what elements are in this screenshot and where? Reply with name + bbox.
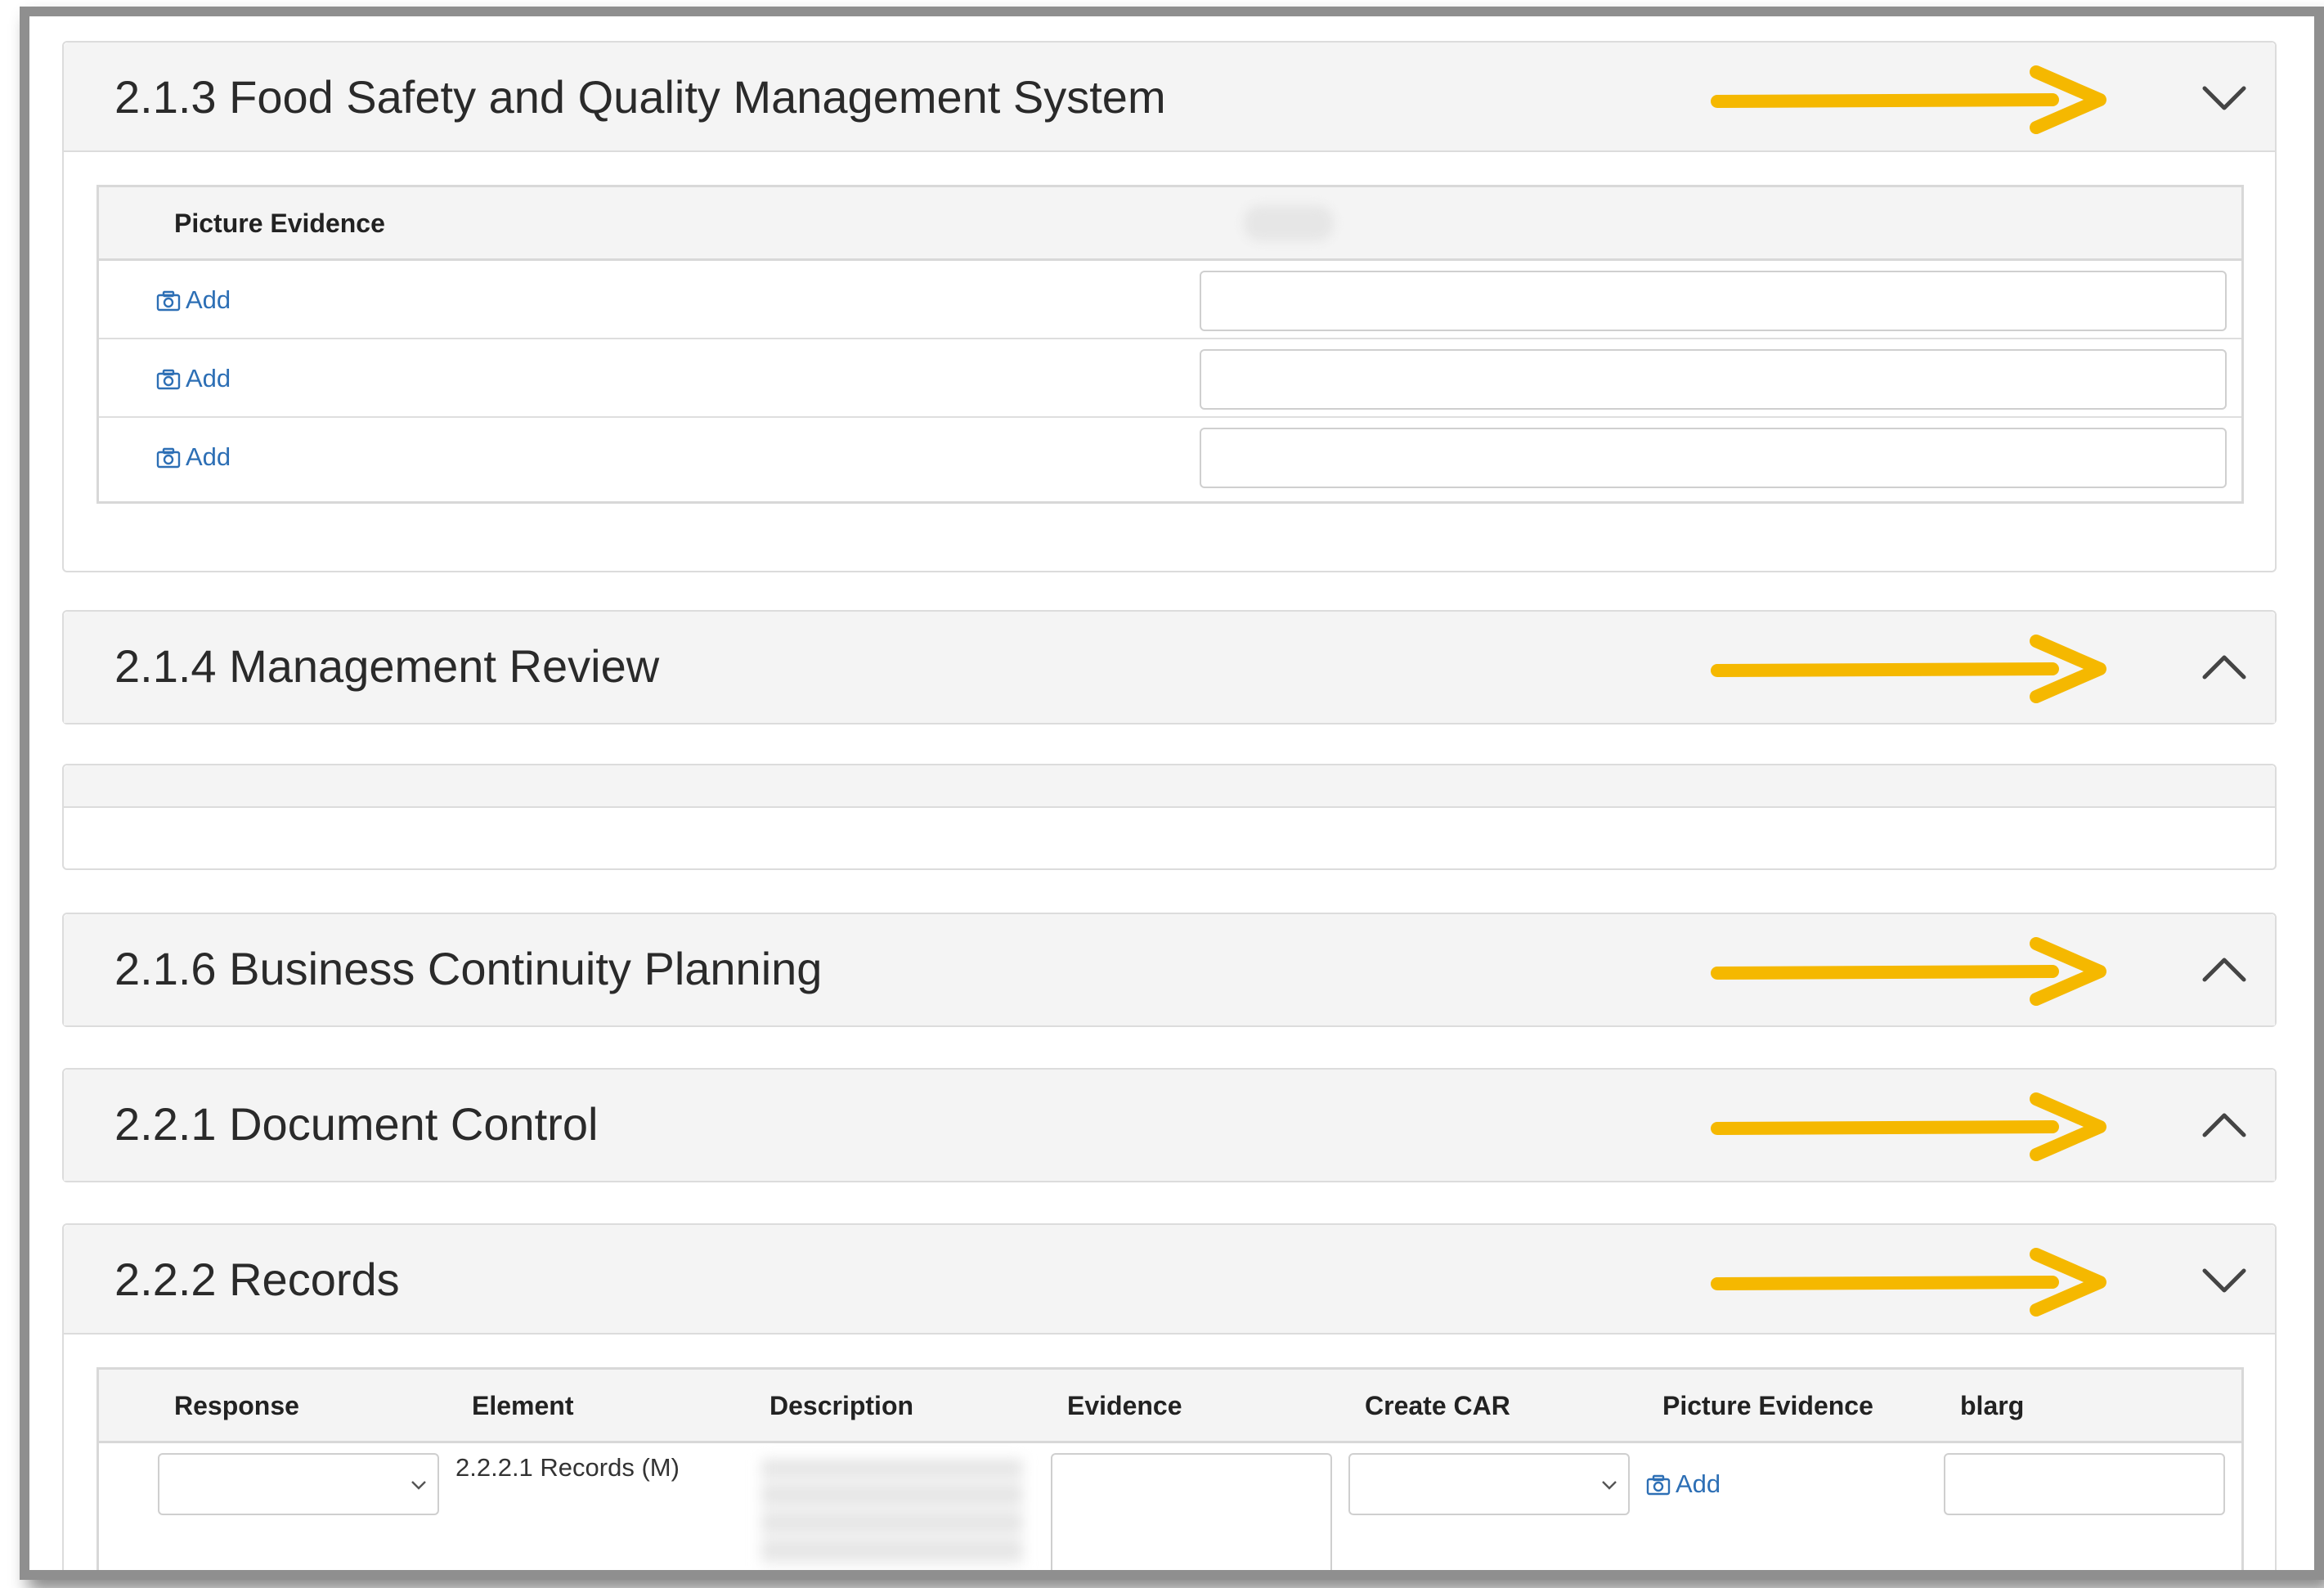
column-header-picture-evidence: Picture Evidence — [174, 209, 385, 238]
chevron-down-icon[interactable] — [2198, 1254, 2250, 1307]
chevron-down-icon — [1602, 1481, 1617, 1490]
section-title: 2.1.6 Business Continuity Planning — [114, 943, 823, 994]
section-header[interactable]: 2.2.2 Records — [64, 1225, 2275, 1335]
column-header-response: Response — [174, 1391, 299, 1420]
screenshot-frame: 2.1.3 Food Safety and Quality Management… — [20, 7, 2324, 1580]
redacted-header — [1244, 205, 1334, 241]
add-photo-link[interactable]: Add — [156, 442, 231, 472]
table-row: 2.2.2.1 Records (M) Add — [99, 1443, 2241, 1570]
table-header: Picture Evidence — [99, 187, 2241, 261]
section-title: 2.1.4 Management Review — [114, 640, 660, 692]
redacted-description — [761, 1460, 1023, 1566]
column-header-description: Description — [769, 1391, 914, 1420]
annotation-arrow-icon — [1711, 937, 2106, 1006]
annotation-arrow-icon — [1711, 635, 2106, 703]
chevron-up-icon[interactable] — [2198, 944, 2250, 996]
camera-icon — [156, 369, 181, 390]
column-header-create-car: Create CAR — [1365, 1391, 1510, 1420]
table-row: Add — [99, 339, 2241, 418]
records-table: Response Element Description Evidence Cr… — [96, 1367, 2244, 1570]
add-photo-link[interactable]: Add — [156, 364, 231, 393]
add-photo-link[interactable]: Add — [1646, 1469, 1721, 1499]
camera-icon — [1646, 1474, 1671, 1496]
chevron-up-icon[interactable] — [2198, 1099, 2250, 1151]
annotation-arrow-icon — [1711, 65, 2106, 134]
section-header[interactable]: 2.1.4 Management Review — [64, 612, 2275, 723]
blarg-input[interactable] — [1944, 1453, 2225, 1515]
evidence-text-input[interactable] — [1200, 271, 2227, 331]
section-header[interactable]: 2.2.1 Document Control — [64, 1070, 2275, 1181]
camera-icon — [156, 290, 181, 312]
section-title: 2.1.3 Food Safety and Quality Management… — [114, 71, 1166, 123]
section-2-1-3: 2.1.3 Food Safety and Quality Management… — [62, 41, 2277, 572]
column-header-element: Element — [472, 1391, 574, 1420]
add-photo-link[interactable]: Add — [156, 285, 231, 315]
create-car-select[interactable] — [1348, 1453, 1630, 1515]
picture-evidence-table: Picture Evidence Add Add Add — [96, 185, 2244, 504]
section-header[interactable]: 2.1.3 Food Safety and Quality Management… — [64, 43, 2275, 152]
section-title: 2.2.2 Records — [114, 1254, 400, 1305]
evidence-textarea[interactable] — [1051, 1453, 1332, 1570]
annotation-arrow-icon — [1711, 1092, 2106, 1161]
add-label: Add — [186, 364, 231, 393]
chevron-down-icon — [411, 1481, 426, 1490]
section-2-1-6: 2.1.6 Business Continuity Planning — [62, 913, 2277, 1027]
section-2-2-1: 2.2.1 Document Control — [62, 1068, 2277, 1182]
section-header[interactable]: 2.1.6 Business Continuity Planning — [64, 914, 2275, 1025]
evidence-text-input[interactable] — [1200, 349, 2227, 410]
chevron-down-icon[interactable] — [2198, 72, 2250, 124]
table-row: Add — [99, 261, 2241, 339]
add-label: Add — [186, 442, 231, 471]
element-text: 2.2.2.1 Records (M) — [455, 1453, 680, 1482]
column-header-picture-evidence: Picture Evidence — [1662, 1391, 1873, 1420]
empty-section-panel — [62, 764, 2277, 870]
empty-panel-header — [64, 765, 2275, 808]
annotation-arrow-icon — [1711, 1248, 2106, 1317]
camera-icon — [156, 447, 181, 469]
section-2-2-2: 2.2.2 Records Response Element Descripti… — [62, 1223, 2277, 1570]
column-header-blarg: blarg — [1960, 1391, 2025, 1420]
table-header: Response Element Description Evidence Cr… — [99, 1370, 2241, 1443]
chevron-up-icon[interactable] — [2198, 641, 2250, 693]
evidence-text-input[interactable] — [1200, 428, 2227, 488]
add-label: Add — [186, 285, 231, 314]
section-2-1-4: 2.1.4 Management Review — [62, 610, 2277, 724]
response-select[interactable] — [158, 1453, 439, 1515]
table-row: Add — [99, 418, 2241, 496]
column-header-evidence: Evidence — [1067, 1391, 1182, 1420]
page-canvas: 2.1.3 Food Safety and Quality Management… — [29, 16, 2314, 1570]
add-label: Add — [1676, 1469, 1721, 1498]
section-title: 2.2.1 Document Control — [114, 1098, 599, 1150]
